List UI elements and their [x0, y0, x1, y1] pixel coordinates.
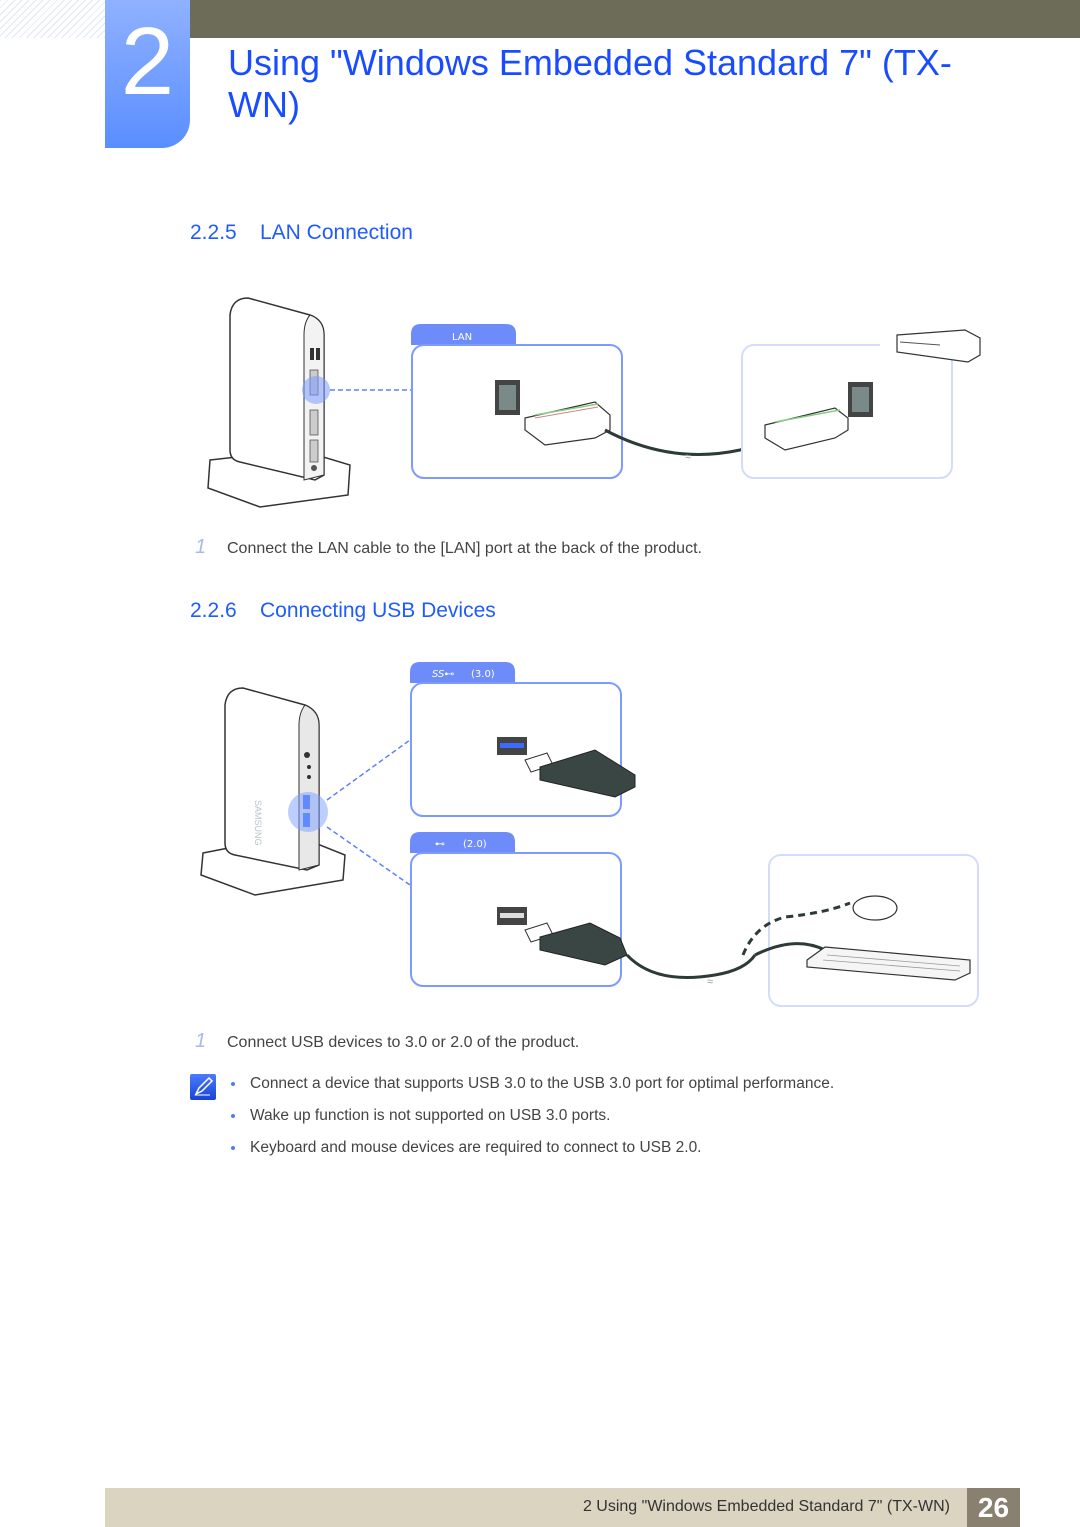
note-pencil-icon [190, 1074, 216, 1100]
section-number: 2.2.6 [190, 599, 237, 622]
section-heading-lan: 2.2.5 LAN Connection [190, 221, 413, 245]
header-bar [190, 0, 1080, 38]
product-tower-illustration: SAMSUNG [200, 687, 346, 896]
chapter-tab: 2 [105, 0, 190, 148]
usb-icon: ⊷ [435, 839, 445, 850]
usb-cable [625, 953, 757, 979]
cable-break-symbol: ≈ [707, 976, 713, 988]
section-title: Connecting USB Devices [260, 599, 496, 622]
note-item: Keyboard and mouse devices are required … [231, 1139, 702, 1157]
section-title: LAN Connection [260, 221, 413, 244]
note-text: Connect a device that supports USB 3.0 t… [250, 1075, 835, 1092]
footer-chapter-title: 2 Using "Windows Embedded Standard 7" (T… [582, 1498, 950, 1515]
page-number: 26 [967, 1488, 1020, 1527]
step-text: Connect the LAN cable to the [LAN] port … [227, 540, 702, 557]
usb3-tab-label: (3.0) [471, 669, 495, 680]
note-item: Wake up function is not supported on USB… [231, 1107, 611, 1125]
step-number: 1 [195, 1030, 207, 1052]
callout-line-usb3 [326, 739, 411, 801]
note-item: Connect a device that supports USB 3.0 t… [231, 1075, 835, 1093]
note-text: Keyboard and mouse devices are required … [250, 1139, 702, 1156]
bullet-icon [231, 1082, 235, 1086]
lan-tab-label: LAN [452, 332, 472, 343]
usb-port-highlight [288, 792, 328, 832]
usb-step-1: 1 Connect USB devices to 3.0 or 2.0 of th… [195, 1030, 579, 1053]
section-heading-usb: 2.2.6 Connecting USB Devices [190, 599, 496, 623]
section-number: 2.2.5 [190, 221, 237, 244]
bullet-icon [231, 1114, 235, 1118]
note-text: Wake up function is not supported on USB… [250, 1107, 611, 1124]
usb-connection-figure: SAMSUNG SS⊷ (3.0) ⊷ (2.0) ≈ [200, 662, 979, 1007]
brand-label: SAMSUNG [253, 800, 263, 846]
product-tower-illustration [207, 297, 351, 508]
step-text: Connect USB devices to 3.0 or 2.0 of the… [227, 1034, 580, 1051]
superspeed-usb-icon: SS⊷ [432, 669, 454, 680]
step-number: 1 [195, 536, 207, 558]
lan-step-1: 1 Connect the LAN cable to the [LAN] port… [195, 536, 702, 559]
mouse-icon [852, 895, 898, 921]
cable-break-symbol: ≈ [685, 451, 691, 463]
page-footer: 2 Using "Windows Embedded Standard 7" (T… [105, 1488, 1020, 1527]
lan-port-highlight [302, 376, 330, 404]
bullet-icon [231, 1146, 235, 1150]
header-hatch-decoration [0, 0, 105, 38]
usb2-tab-label: (2.0) [463, 839, 487, 850]
chapter-title: Using "Windows Embedded Standard 7" (TX-… [228, 42, 952, 125]
lan-connection-figure: LAN ≈ [207, 297, 981, 508]
chapter-number: 2 [120, 8, 175, 115]
